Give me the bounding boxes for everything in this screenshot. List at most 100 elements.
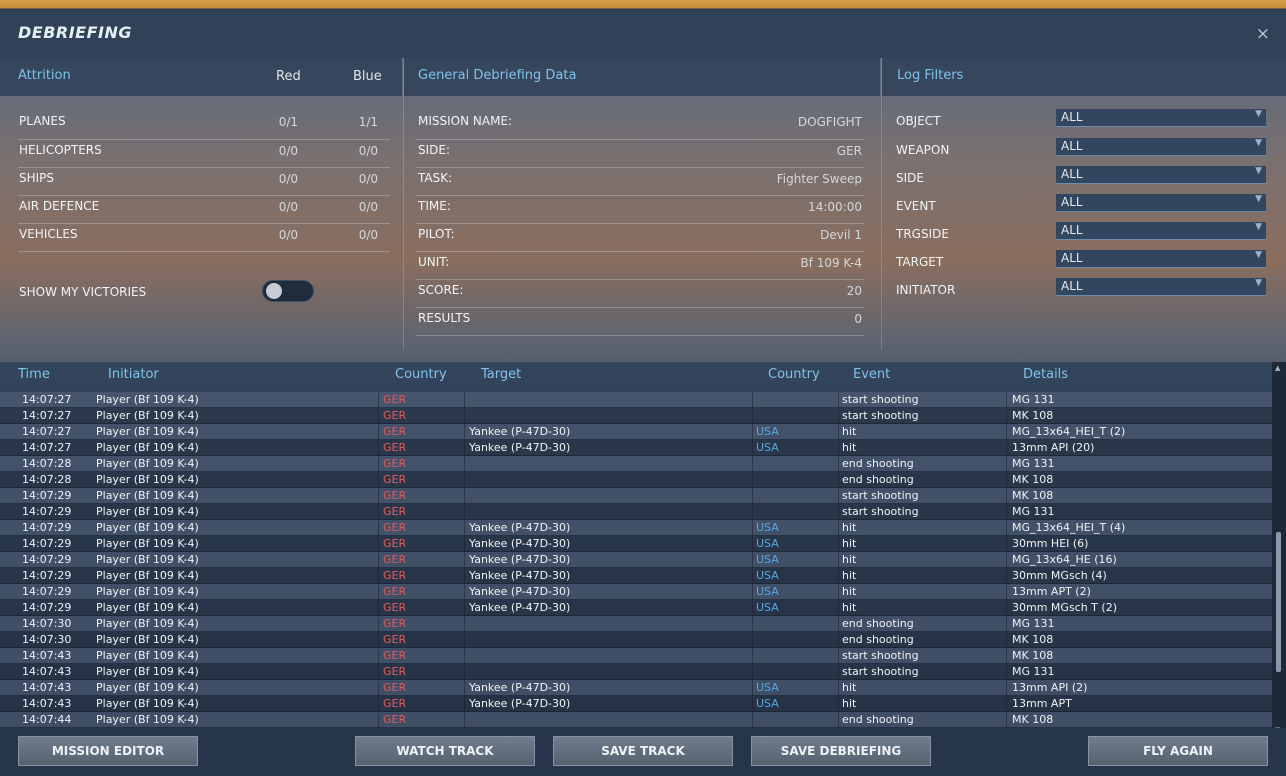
column-divider [752,408,753,424]
save-track-button[interactable]: SAVE TRACK [553,736,733,766]
column-divider [838,520,839,536]
log-time: 14:07:29 [22,553,72,566]
filter-select-trgside[interactable]: ALL ▼ [1056,222,1266,240]
column-divider [838,456,839,472]
log-col-target[interactable]: Target [481,367,521,382]
show-victories-label: SHOW MY VICTORIES [19,285,147,299]
column-divider [378,664,379,680]
log-scrollbar[interactable]: ▲ ▼ [1272,362,1286,738]
column-divider [1006,456,1007,472]
log-col-time[interactable]: Time [18,367,50,382]
log-row[interactable]: 14:07:30 Player (Bf 109 K-4) GER end shooti… [0,632,1272,648]
filter-select-object[interactable]: ALL ▼ [1056,109,1266,127]
log-initiator: Player (Bf 109 K-4) [96,601,199,614]
log-col-details[interactable]: Details [1023,367,1068,382]
log-target-country: USA [756,681,779,694]
log-details: 13mm API (20) [1012,441,1095,454]
log-country: GER [383,665,407,678]
log-row[interactable]: 14:07:43 Player (Bf 109 K-4) GER Yankee (P-… [0,680,1272,696]
log-time: 14:07:29 [22,585,72,598]
log-row[interactable]: 14:07:27 Player (Bf 109 K-4) GER Yankee (P-… [0,424,1272,440]
log-row[interactable]: 14:07:43 Player (Bf 109 K-4) GER start shoo… [0,664,1272,680]
log-row[interactable]: 14:07:29 Player (Bf 109 K-4) GER start shoo… [0,504,1272,520]
filter-select-target[interactable]: ALL ▼ [1056,250,1266,268]
column-divider [378,680,379,696]
attrition-label: PLANES [19,114,66,128]
mission-editor-button[interactable]: MISSION EDITOR [18,736,198,766]
column-divider [378,408,379,424]
column-divider [752,440,753,456]
log-time: 14:07:28 [22,473,72,486]
log-col-event[interactable]: Event [853,367,890,382]
log-row[interactable]: 14:07:28 Player (Bf 109 K-4) GER end shooti… [0,472,1272,488]
log-row[interactable]: 14:07:29 Player (Bf 109 K-4) GER Yankee (P-… [0,520,1272,536]
log-time: 14:07:27 [22,441,72,454]
log-details: MG 131 [1012,665,1055,678]
log-initiator: Player (Bf 109 K-4) [96,537,199,550]
watch-track-button[interactable]: WATCH TRACK [355,736,535,766]
log-initiator: Player (Bf 109 K-4) [96,665,199,678]
column-divider [464,392,465,408]
log-time: 14:07:43 [22,649,72,662]
column-divider [1006,504,1007,520]
log-event: hit [842,585,857,598]
column-divider [464,696,465,712]
log-details: 13mm API (2) [1012,681,1088,694]
divider [881,58,882,350]
log-country: GER [383,681,407,694]
filter-select-side[interactable]: ALL ▼ [1056,166,1266,184]
show-victories-toggle[interactable] [262,280,314,302]
divider [416,279,864,280]
log-row[interactable]: 14:07:43 Player (Bf 109 K-4) GER start shoo… [0,648,1272,664]
attrition-label: AIR DEFENCE [19,199,100,213]
column-divider [838,568,839,584]
log-time: 14:07:29 [22,489,72,502]
log-row[interactable]: 14:07:27 Player (Bf 109 K-4) GER start shoo… [0,408,1272,424]
log-details: MK 108 [1012,713,1054,726]
task-value: Fighter Sweep [776,172,862,186]
chevron-down-icon: ▼ [1255,222,1262,232]
log-row[interactable]: 14:07:29 Player (Bf 109 K-4) GER Yankee (P-… [0,536,1272,552]
log-row[interactable]: 14:07:44 Player (Bf 109 K-4) GER end shooti… [0,712,1272,728]
log-country: GER [383,649,407,662]
log-col-initiator[interactable]: Initiator [108,367,159,382]
log-row[interactable]: 14:07:27 Player (Bf 109 K-4) GER Yankee (P-… [0,440,1272,456]
log-col-target-country[interactable]: Country [768,367,820,382]
column-divider [464,616,465,632]
log-row[interactable]: 14:07:30 Player (Bf 109 K-4) GER end shooti… [0,616,1272,632]
column-divider [378,440,379,456]
log-row[interactable]: 14:07:43 Player (Bf 109 K-4) GER Yankee (P-… [0,696,1272,712]
log-country: GER [383,473,407,486]
log-row[interactable]: 14:07:29 Player (Bf 109 K-4) GER Yankee (P-… [0,568,1272,584]
log-row[interactable]: 14:07:29 Player (Bf 109 K-4) GER Yankee (P-… [0,552,1272,568]
side-label: SIDE: [418,143,451,157]
filter-select-initiator[interactable]: ALL ▼ [1056,278,1266,296]
log-time: 14:07:30 [22,633,72,646]
column-divider [752,664,753,680]
scroll-up-icon[interactable]: ▲ [1275,364,1280,372]
column-divider [752,648,753,664]
log-row[interactable]: 14:07:27 Player (Bf 109 K-4) GER start shoo… [0,392,1272,408]
filters-title: Log Filters [897,68,964,83]
column-divider [752,696,753,712]
filter-select-weapon[interactable]: ALL ▼ [1056,138,1266,156]
column-divider [752,616,753,632]
divider [416,335,864,336]
log-details: 30mm MGsch (4) [1012,569,1107,582]
log-col-country[interactable]: Country [395,367,447,382]
close-icon[interactable]: × [1256,24,1270,44]
save-debriefing-button[interactable]: SAVE DEBRIEFING [751,736,931,766]
filter-select-event[interactable]: ALL ▼ [1056,194,1266,212]
log-target-country: USA [756,441,779,454]
chevron-down-icon: ▼ [1255,278,1262,288]
log-details: MK 108 [1012,633,1054,646]
log-row[interactable]: 14:07:28 Player (Bf 109 K-4) GER end shooti… [0,456,1272,472]
log-row[interactable]: 14:07:29 Player (Bf 109 K-4) GER Yankee (P-… [0,600,1272,616]
log-details: MK 108 [1012,489,1054,502]
log-row[interactable]: 14:07:29 Player (Bf 109 K-4) GER start shoo… [0,488,1272,504]
fly-again-button[interactable]: FLY AGAIN [1088,736,1268,766]
toggle-knob [266,283,282,299]
log-initiator: Player (Bf 109 K-4) [96,393,199,406]
scrollbar-thumb[interactable] [1276,532,1281,672]
log-row[interactable]: 14:07:29 Player (Bf 109 K-4) GER Yankee (P-… [0,584,1272,600]
